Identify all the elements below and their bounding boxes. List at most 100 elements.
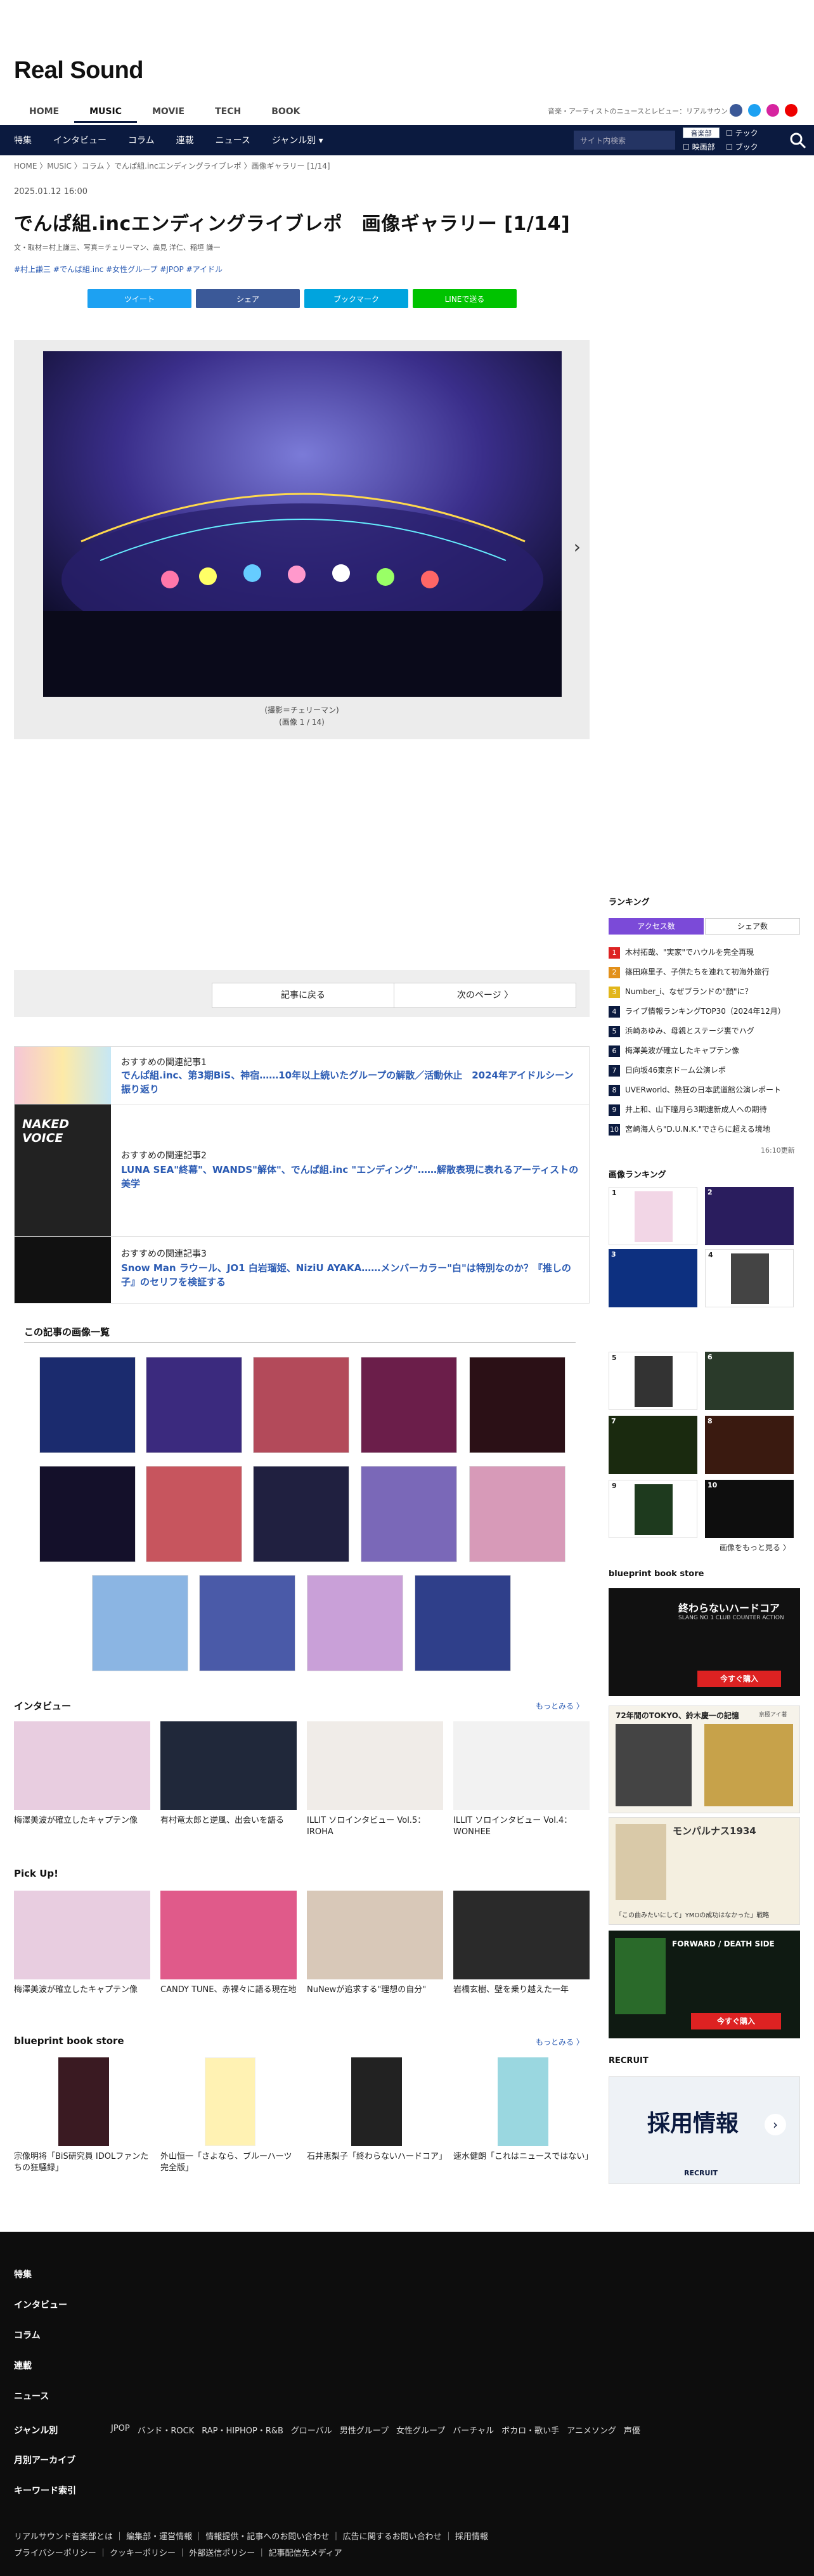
footer-series[interactable]: 連載 bbox=[14, 2359, 32, 2372]
ranking-item[interactable]: 1 木村拓哉、"実家"でハウルを完全再現 bbox=[609, 947, 800, 959]
ranking-item[interactable]: 4 ライブ情報ランキングTOP30（2024年12月） bbox=[609, 1006, 800, 1018]
breadcrumb[interactable]: HOME 〉MUSIC 〉コラム 〉でんぱ組.incエンディングライブレポ 〉画… bbox=[14, 160, 330, 171]
genre-link[interactable]: グローバル bbox=[291, 2424, 332, 2436]
image-rank-thumb[interactable]: 1 bbox=[609, 1187, 697, 1245]
interview-card[interactable]: ILLIT ソロインタビュー Vol.5：IROHA bbox=[307, 1721, 443, 1838]
search-icon[interactable] bbox=[789, 131, 806, 149]
image-rank-thumb[interactable]: 3 bbox=[609, 1249, 697, 1307]
tab-book[interactable]: BOOK bbox=[256, 101, 315, 123]
movie-toggle[interactable]: ☐ 映画部 bbox=[683, 141, 715, 152]
genre-link[interactable]: 男性グループ bbox=[340, 2424, 389, 2436]
hatena-bookmark-button[interactable]: ブックマーク bbox=[304, 289, 408, 308]
nav-column[interactable]: コラム bbox=[128, 134, 155, 146]
tech-checkbox[interactable]: ☐ テック bbox=[726, 127, 758, 138]
gallery-thumb[interactable] bbox=[469, 1357, 565, 1453]
image-more-link[interactable]: 画像をもっと見る 〉 bbox=[720, 1542, 791, 1553]
ranking-item[interactable]: 10 宮崎海人ら"D.U.N.K."でさらに超える境地 bbox=[609, 1123, 800, 1136]
pickup-card[interactable]: CANDY TUNE、赤裸々に語る現在地 bbox=[160, 1891, 297, 1996]
interview-card[interactable]: 有村竜太郎と逆風、出会いを語る bbox=[160, 1721, 297, 1827]
tab-home[interactable]: HOME bbox=[14, 101, 74, 123]
footer-links-1[interactable]: リアルサウンド音楽部とは ｜ 編集部・運営情報 ｜ 情報提供・記事へのお問い合わ… bbox=[14, 2530, 488, 2542]
book-banner-4[interactable]: FORWARD / DEATH SIDE 今すぐ購入 bbox=[609, 1931, 800, 2038]
book-card[interactable]: 石井恵梨子「終わらないハードコア」 bbox=[307, 2057, 447, 2163]
related-article-2[interactable]: NAKED VOICE おすすめの関連記事2 LUNA SEA"終幕"、WAND… bbox=[14, 1104, 590, 1237]
interview-card[interactable]: ILLIT ソロインタビュー Vol.4：WONHEE bbox=[453, 1721, 590, 1838]
tab-tech[interactable]: TECH bbox=[200, 101, 256, 123]
tab-share-ranking[interactable]: シェア数 bbox=[705, 918, 800, 935]
nav-news[interactable]: ニュース bbox=[216, 134, 250, 146]
nav-series[interactable]: 連載 bbox=[176, 134, 194, 146]
footer-feature[interactable]: 特集 bbox=[14, 2268, 32, 2281]
gallery-thumb[interactable] bbox=[199, 1575, 295, 1671]
tab-access-ranking[interactable]: アクセス数 bbox=[609, 918, 704, 935]
buy-now-button[interactable]: 今すぐ購入 bbox=[691, 2013, 781, 2029]
genre-link[interactable]: バーチャル bbox=[453, 2424, 494, 2436]
related-headline[interactable]: でんぱ組.inc、第3期BiS、神宿……10年以上続いたグループの解散／活動休止… bbox=[121, 1068, 583, 1096]
genre-link[interactable]: アニメソング bbox=[567, 2424, 616, 2436]
image-rank-thumb[interactable]: 8 bbox=[705, 1416, 794, 1474]
gallery-thumb[interactable] bbox=[146, 1357, 242, 1453]
interview-more-link[interactable]: もっとみる 〉 bbox=[536, 1700, 584, 1711]
footer-news[interactable]: ニュース bbox=[14, 2390, 49, 2402]
image-rank-thumb[interactable]: 7 bbox=[609, 1416, 697, 1474]
ranking-item[interactable]: 3 Number_i、なぜブランドの"顔"に？ bbox=[609, 986, 800, 998]
search-input[interactable]: サイト内検索 bbox=[574, 131, 675, 150]
related-article-3[interactable]: おすすめの関連記事3 Snow Man ラウール、JO1 白岩瑠姫、NiziU … bbox=[14, 1236, 590, 1304]
gallery-thumb[interactable] bbox=[253, 1466, 349, 1562]
bookstore-more-link[interactable]: もっとみる 〉 bbox=[536, 2036, 584, 2047]
gallery-thumb[interactable] bbox=[415, 1575, 511, 1671]
back-to-article-button[interactable]: 記事に戻る bbox=[212, 983, 394, 1008]
genre-link[interactable]: 女性グループ bbox=[396, 2424, 445, 2436]
ranking-item[interactable]: 6 梅澤美波が確立したキャプテン像 bbox=[609, 1045, 800, 1057]
tweet-button[interactable]: ツイート bbox=[87, 289, 191, 308]
facebook-share-button[interactable]: シェア bbox=[196, 289, 300, 308]
footer-column[interactable]: コラム bbox=[14, 2329, 41, 2341]
site-logo[interactable]: Real Sound bbox=[14, 57, 144, 84]
image-rank-thumb[interactable]: 6 bbox=[705, 1352, 794, 1410]
ranking-item[interactable]: 9 井上和、山下瞳月ら3期逮新成人への期待 bbox=[609, 1104, 800, 1116]
genre-link[interactable]: ボカロ・歌い手 bbox=[501, 2424, 559, 2436]
nav-genre[interactable]: ジャンル別 ▾ bbox=[272, 134, 323, 146]
next-arrow-icon[interactable]: › bbox=[574, 536, 581, 557]
youtube-icon[interactable] bbox=[785, 104, 798, 117]
music-toggle[interactable]: 音楽部 bbox=[683, 127, 720, 138]
genre-link[interactable]: JPOP bbox=[111, 2424, 130, 2436]
book-banner-1[interactable]: 終わらないハードコア SLANG NO 1 CLUB COUNTER ACTIO… bbox=[609, 1588, 800, 1696]
footer-links-2[interactable]: プライバシーポリシー ｜ クッキーポリシー ｜ 外部送信ポリシー ｜ 記事配信先… bbox=[14, 2546, 342, 2558]
genre-link[interactable]: 声優 bbox=[624, 2424, 640, 2436]
gallery-thumb[interactable] bbox=[361, 1357, 457, 1453]
gallery-thumb[interactable] bbox=[307, 1575, 403, 1671]
ranking-item[interactable]: 7 日向坂46東京ドーム公演レポ bbox=[609, 1065, 800, 1077]
line-share-button[interactable]: LINEで送る bbox=[413, 289, 517, 308]
book-checkbox[interactable]: ☐ ブック bbox=[726, 141, 758, 152]
image-rank-thumb[interactable]: 2 bbox=[705, 1187, 794, 1245]
footer-archive[interactable]: 月別アーカイブ bbox=[14, 2454, 75, 2466]
interview-card[interactable]: 梅澤美波が確立したキャプテン像 bbox=[14, 1721, 150, 1827]
gallery-thumb[interactable] bbox=[469, 1466, 565, 1562]
book-card[interactable]: 外山恒一「さよなら、ブルーハーツ完全版」 bbox=[160, 2057, 297, 2174]
facebook-icon[interactable] bbox=[730, 104, 742, 117]
instagram-icon[interactable] bbox=[766, 104, 779, 117]
article-tags[interactable]: #村上謙三 #でんぱ組.inc #女性グループ #JPOP #アイドル bbox=[14, 264, 223, 275]
twitter-icon[interactable] bbox=[748, 104, 761, 117]
image-rank-thumb[interactable]: 4 bbox=[705, 1249, 794, 1307]
genre-link[interactable]: バンド・ROCK bbox=[138, 2424, 195, 2436]
next-page-button[interactable]: 次のページ 〉 bbox=[394, 983, 576, 1008]
gallery-thumb[interactable] bbox=[253, 1357, 349, 1453]
gallery-main-photo[interactable] bbox=[43, 351, 562, 697]
related-article-1[interactable]: おすすめの関連記事1 でんぱ組.inc、第3期BiS、神宿……10年以上続いたグ… bbox=[14, 1046, 590, 1104]
gallery-thumb[interactable] bbox=[39, 1357, 136, 1453]
tab-movie[interactable]: MOVIE bbox=[137, 101, 200, 123]
ranking-item[interactable]: 5 浜崎あゆみ、母親とステージ裏でハグ bbox=[609, 1025, 800, 1037]
pickup-card[interactable]: NuNewが追求する"理想の自分" bbox=[307, 1891, 443, 1996]
image-rank-thumb[interactable]: 10 bbox=[705, 1480, 794, 1538]
buy-now-button[interactable]: 今すぐ購入 bbox=[697, 1671, 781, 1687]
pickup-card[interactable]: 梅澤美波が確立したキャプテン像 bbox=[14, 1891, 150, 1996]
gallery-thumb[interactable] bbox=[146, 1466, 242, 1562]
tab-music[interactable]: MUSIC bbox=[74, 101, 137, 123]
genre-link[interactable]: RAP・HIPHOP・R&B bbox=[202, 2424, 283, 2436]
ranking-item[interactable]: 2 篠田麻里子、子供たちを連れて初海外旅行 bbox=[609, 966, 800, 978]
footer-keyword-index[interactable]: キーワード索引 bbox=[14, 2484, 76, 2497]
nav-interview[interactable]: インタビュー bbox=[53, 134, 107, 146]
recruit-banner[interactable]: 採用情報 › RECRUIT bbox=[609, 2076, 800, 2184]
